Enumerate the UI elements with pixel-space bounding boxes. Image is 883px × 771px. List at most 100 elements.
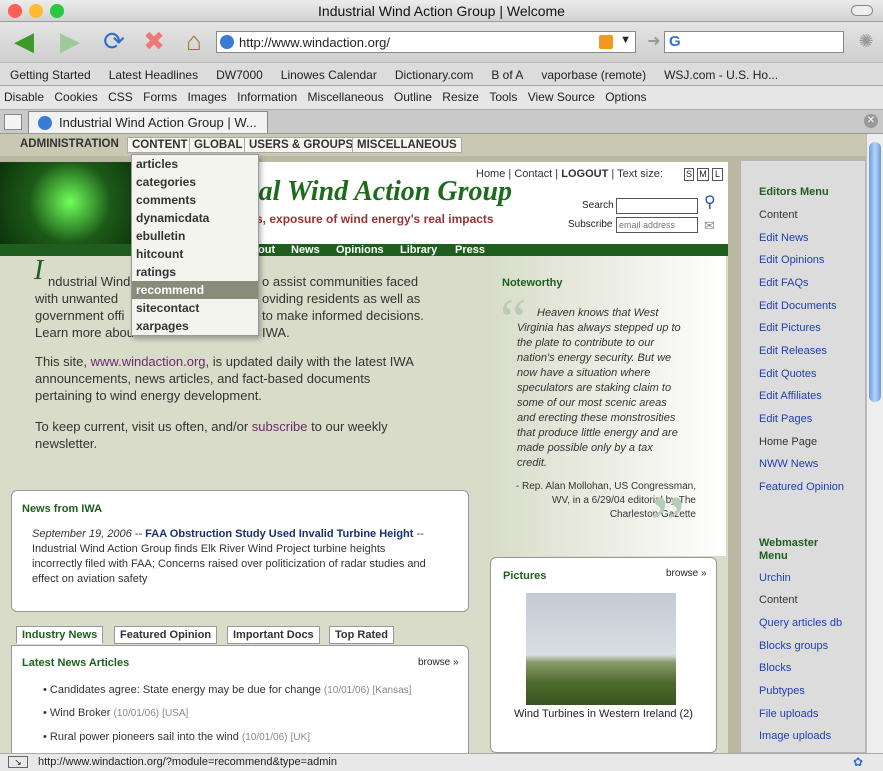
text-size-small[interactable]: S — [684, 168, 694, 181]
list-item[interactable]: • Wind Broker (10/01/06) [USA] — [43, 707, 188, 719]
dropdown-item-ratings[interactable]: ratings — [132, 263, 258, 281]
devbar-item[interactable]: Outline — [394, 90, 432, 104]
list-item[interactable]: • Rural power pioneers sail into the win… — [43, 731, 310, 743]
text-size-medium[interactable]: M — [697, 168, 709, 181]
editors-menu-item[interactable]: Edit FAQs — [759, 277, 809, 289]
devbar-item[interactable]: Tools — [489, 90, 517, 104]
devbar-item[interactable]: Cookies — [54, 90, 97, 104]
nav-library[interactable]: Library — [400, 244, 437, 256]
news-headline-link[interactable]: FAA Obstruction Study Used Invalid Turbi… — [145, 528, 413, 540]
webmaster-menu-item[interactable]: Urchin — [759, 572, 791, 584]
dropdown-item-recommend[interactable]: recommend — [132, 281, 258, 299]
tab-important-docs[interactable]: Important Docs — [227, 626, 320, 644]
wind-turbines-photo[interactable] — [526, 593, 676, 705]
envelope-icon[interactable]: ✉ — [704, 218, 715, 234]
webmaster-menu-item[interactable]: Blocks groups — [759, 640, 828, 652]
webmaster-menu-item[interactable]: Query articles db — [759, 617, 842, 629]
firebug-icon[interactable]: ✿ — [853, 755, 863, 769]
dropdown-item-xarpages[interactable]: xarpages — [132, 317, 258, 335]
bookmark-item[interactable]: Getting Started — [10, 68, 91, 82]
editors-menu-item[interactable]: Edit Pages — [759, 413, 812, 425]
reload-icon[interactable]: ⟳ — [98, 25, 130, 57]
search-input[interactable]: G — [664, 31, 844, 53]
list-item[interactable]: • Candidates agree: State energy may be … — [43, 684, 411, 696]
bookmark-item[interactable]: Dictionary.com — [395, 68, 473, 82]
admin-menu-global[interactable]: GLOBAL — [189, 137, 248, 153]
devbar-item[interactable]: Images — [187, 90, 226, 104]
devbar-item[interactable]: CSS — [108, 90, 133, 104]
editors-menu-item[interactable]: Edit News — [759, 232, 809, 244]
devbar-item[interactable]: Resize — [442, 90, 479, 104]
bookmark-item[interactable]: Linowes Calendar — [281, 68, 377, 82]
url-input[interactable]: http://www.windaction.org/ ▼ — [216, 31, 636, 53]
forward-icon[interactable]: ▶ — [54, 25, 86, 57]
chevron-down-icon[interactable]: ▼ — [620, 34, 631, 46]
home-link[interactable]: Home — [476, 168, 505, 180]
devbar-item[interactable]: Information — [237, 90, 297, 104]
dropdown-item-comments[interactable]: comments — [132, 191, 258, 209]
new-tab-icon[interactable] — [4, 114, 22, 130]
devbar-item[interactable]: Miscellaneous — [308, 90, 384, 104]
bookmark-item[interactable]: WSJ.com - U.S. Ho... — [664, 68, 778, 82]
tab-welcome[interactable]: Industrial Wind Action Group | W... — [28, 111, 268, 133]
text-size-large[interactable]: L — [712, 168, 723, 181]
pictures-browse-link[interactable]: browse » — [666, 568, 707, 579]
site-search-input[interactable] — [616, 198, 698, 214]
bookmark-item[interactable]: DW7000 — [216, 68, 263, 82]
tab-top-rated[interactable]: Top Rated — [329, 626, 394, 644]
picture-caption[interactable]: Wind Turbines in Western Ireland (2) — [491, 708, 716, 720]
devbar-item[interactable]: Forms — [143, 90, 177, 104]
dropdown-item-sitecontact[interactable]: sitecontact — [132, 299, 258, 317]
tab-featured-opinion[interactable]: Featured Opinion — [114, 626, 218, 644]
bookmark-item[interactable]: B of A — [491, 68, 523, 82]
admin-menu-miscellaneous[interactable]: MISCELLANEOUS — [352, 137, 462, 153]
webmaster-menu-item[interactable]: Blocks — [759, 662, 791, 674]
site-link[interactable]: www.windaction.org — [91, 354, 206, 369]
subscribe-email-input[interactable] — [616, 217, 698, 233]
dropdown-item-dynamicdata[interactable]: dynamicdata — [132, 209, 258, 227]
devbar-item[interactable]: View Source — [528, 90, 595, 104]
editors-menu-item[interactable]: Edit Releases — [759, 345, 827, 357]
close-tab-icon[interactable]: ✕ — [864, 114, 878, 128]
back-icon[interactable]: ◀ — [8, 25, 40, 57]
editors-menu-item[interactable]: Edit Opinions — [759, 254, 824, 266]
contact-link[interactable]: Contact — [514, 168, 552, 180]
editors-menu-item[interactable]: NWW News — [759, 458, 818, 470]
dropdown-item-articles[interactable]: articles — [132, 155, 258, 173]
dropdown-item-categories[interactable]: categories — [132, 173, 258, 191]
site-title[interactable]: rial Wind Action Group — [240, 176, 512, 208]
editors-menu-heading: Editors Menu — [759, 186, 829, 198]
editors-menu-item[interactable]: Edit Documents — [759, 300, 837, 312]
search-icon[interactable]: ⚲ — [704, 192, 716, 212]
nav-about[interactable]: out — [258, 244, 275, 256]
web-page: ADMINISTRATION CONTENT GLOBAL USERS & GR… — [0, 134, 866, 753]
editors-menu-item[interactable]: Featured Opinion — [759, 481, 844, 493]
admin-menu-users-groups[interactable]: USERS & GROUPS — [244, 137, 359, 153]
webmaster-menu-item[interactable]: Image uploads — [759, 730, 831, 742]
rss-icon[interactable] — [599, 35, 613, 49]
tab-industry-news[interactable]: Industry News — [16, 626, 104, 644]
editors-menu-item[interactable]: Edit Pictures — [759, 322, 821, 334]
nav-news[interactable]: News — [291, 244, 320, 256]
devbar-item[interactable]: Disable — [4, 90, 44, 104]
nav-opinions[interactable]: Opinions — [336, 244, 384, 256]
home-icon[interactable]: ⌂ — [178, 25, 210, 57]
logout-link[interactable]: LOGOUT — [561, 168, 608, 180]
browse-link[interactable]: browse » — [418, 657, 459, 668]
toolbar-toggle-button[interactable] — [851, 5, 873, 16]
vertical-scrollbar[interactable] — [866, 134, 883, 753]
webmaster-menu-item[interactable]: File uploads — [759, 708, 818, 720]
scroll-thumb[interactable] — [869, 142, 881, 402]
editors-menu-item[interactable]: Edit Affiliates — [759, 390, 822, 402]
subscribe-link[interactable]: subscribe — [252, 419, 308, 434]
stop-icon[interactable]: ✖ — [138, 25, 170, 57]
devbar-item[interactable]: Options — [605, 90, 646, 104]
editors-menu-item[interactable]: Edit Quotes — [759, 368, 816, 380]
nav-press[interactable]: Press — [455, 244, 485, 256]
bookmark-item[interactable]: Latest Headlines — [109, 68, 198, 82]
admin-menu-content[interactable]: CONTENT — [127, 137, 193, 153]
bookmark-item[interactable]: vaporbase (remote) — [541, 68, 646, 82]
webmaster-menu-item[interactable]: Pubtypes — [759, 685, 805, 697]
dropdown-item-hitcount[interactable]: hitcount — [132, 245, 258, 263]
dropdown-item-ebulletin[interactable]: ebulletin — [132, 227, 258, 245]
